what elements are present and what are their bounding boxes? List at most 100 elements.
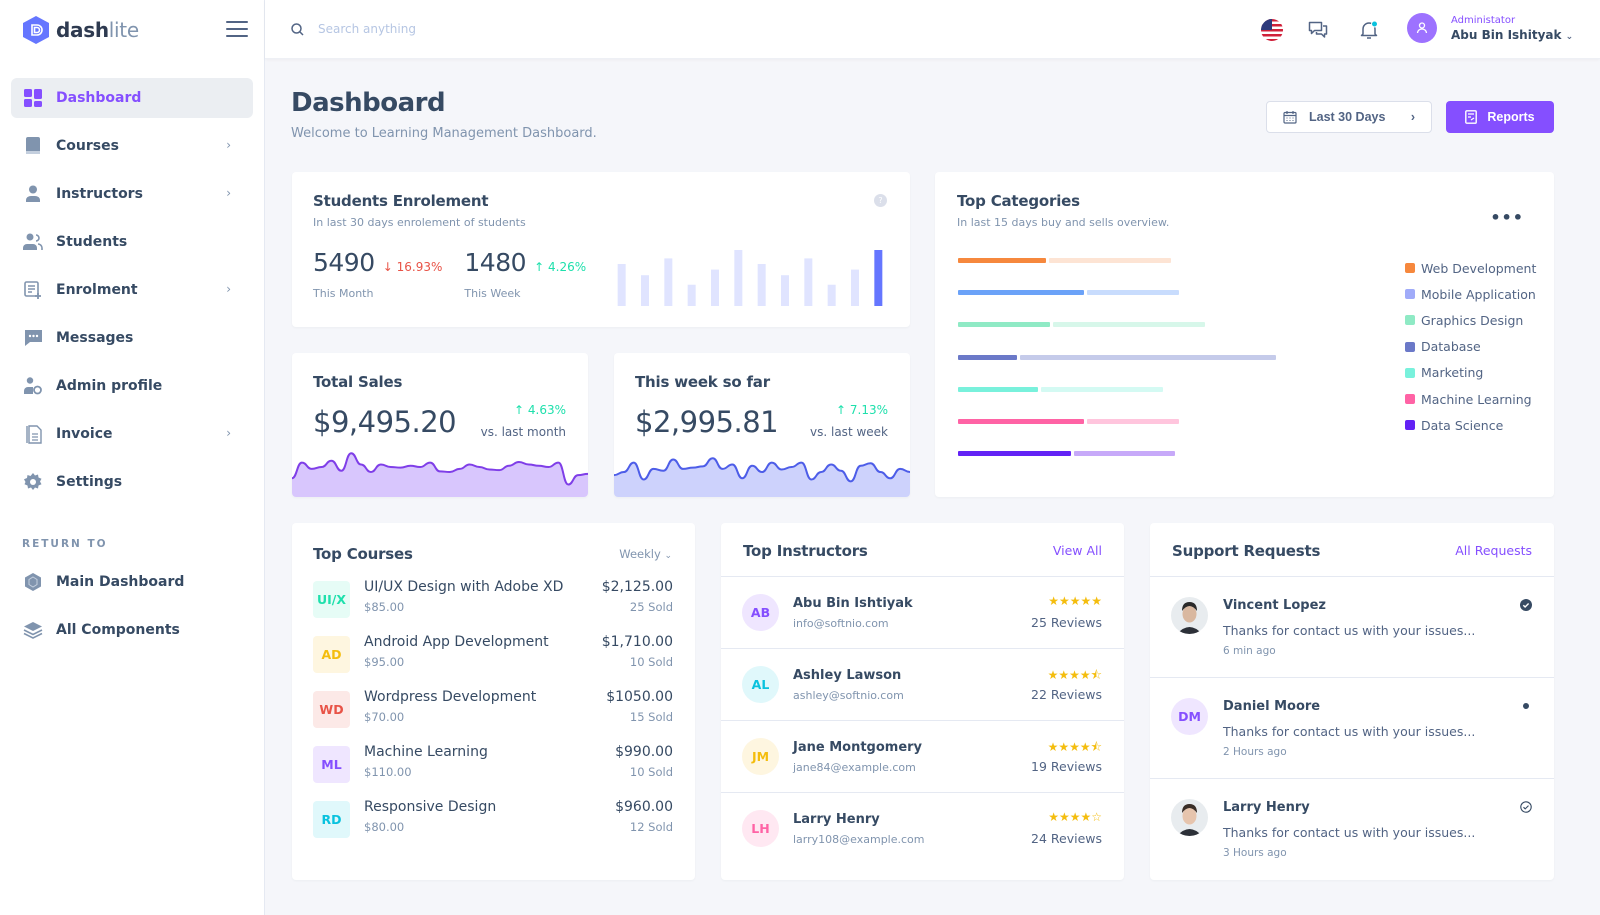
- course-name: Responsive Design: [364, 799, 497, 815]
- sidebar-item-instructors[interactable]: Instructors ›: [11, 174, 253, 214]
- stat-change: ↓ 16.93%: [382, 260, 443, 274]
- sidebar-item-enrolment[interactable]: Enrolment ›: [11, 270, 253, 310]
- sidebar-item-all-components[interactable]: All Components: [11, 610, 253, 650]
- search-icon[interactable]: [291, 22, 304, 36]
- logo-icon: [23, 16, 49, 44]
- instructor-row[interactable]: AL Ashley Lawson ashley@softnio.com ★★★★…: [721, 649, 1124, 721]
- category-legend: Web Development Mobile Application Graphic…: [1405, 258, 1536, 441]
- language-flag-icon[interactable]: [1259, 17, 1285, 43]
- top-categories-card: Top Categories In last 15 days buy and s…: [935, 172, 1554, 497]
- sparkline-area: [292, 453, 588, 497]
- enrolment-bar-chart: [617, 250, 883, 306]
- chevron-right-icon: ›: [226, 426, 231, 440]
- course-badge: AD: [313, 636, 350, 673]
- course-item[interactable]: AD Android App Development $95.00 $1,710…: [313, 634, 673, 674]
- sidebar-item-label: Courses: [56, 138, 119, 154]
- sidebar-item-main-dashboard[interactable]: Main Dashboard: [11, 562, 253, 602]
- card-title: Students Enrolement: [313, 192, 489, 210]
- request-message: Thanks for contact us with your issues..…: [1223, 623, 1476, 638]
- instructor-row[interactable]: AB Abu Bin Ishtiyak info@softnio.com ★★★…: [721, 577, 1124, 649]
- all-requests-link[interactable]: All Requests: [1455, 543, 1532, 558]
- chevron-right-icon: ›: [226, 138, 231, 152]
- sidebar-item-label: Dashboard: [56, 90, 142, 106]
- support-request-row[interactable]: Larry Henry Thanks for contact us with y…: [1150, 779, 1554, 880]
- course-total: $1,710.00: [601, 634, 673, 650]
- book-icon: [23, 136, 43, 156]
- help-icon[interactable]: ?: [874, 194, 887, 207]
- sidebar-item-settings[interactable]: Settings: [11, 462, 253, 502]
- legend-item: Data Science: [1405, 409, 1536, 441]
- week-sales-sparkline: [614, 457, 910, 497]
- category-bar-current: [958, 258, 1047, 263]
- instructor-row[interactable]: JM Jane Montgomery jane84@example.com ★★…: [721, 721, 1124, 793]
- category-bar-row: [958, 386, 1358, 419]
- category-bar-row: [958, 418, 1358, 451]
- course-sold: 10 Sold: [629, 765, 673, 779]
- course-name: Machine Learning: [364, 744, 488, 760]
- menu-toggle-icon[interactable]: [226, 21, 248, 37]
- legend-label: Graphics Design: [1421, 312, 1524, 328]
- course-badge: WD: [313, 691, 350, 728]
- more-options-icon[interactable]: •••: [1490, 208, 1524, 227]
- sidebar-item-invoice[interactable]: Invoice ›: [11, 414, 253, 454]
- chat-messages-icon[interactable]: [1305, 17, 1331, 43]
- brand-logo[interactable]: dashlite: [22, 15, 139, 45]
- sidebar-item-admin-profile[interactable]: Admin profile: [11, 366, 253, 406]
- request-time: 6 min ago: [1223, 645, 1276, 657]
- category-bar-previous: [1087, 290, 1180, 296]
- instructor-name: Jane Montgomery: [793, 740, 923, 755]
- course-item[interactable]: UI/X UI/UX Design with Adobe XD $85.00 $…: [313, 579, 673, 619]
- view-all-link[interactable]: View All: [1053, 543, 1102, 558]
- card-subtitle: In last 15 days buy and sells overview.: [957, 216, 1170, 229]
- dashboard-icon: [23, 88, 43, 108]
- search-input[interactable]: [318, 22, 518, 36]
- page-title: Dashboard: [291, 88, 446, 118]
- sidebar-item-label: Settings: [56, 474, 123, 490]
- course-item[interactable]: RD Responsive Design $80.00 $960.00 12 S…: [313, 799, 673, 839]
- date-range-button[interactable]: Last 30 Days ›: [1266, 101, 1432, 133]
- sidebar-item-label: Admin profile: [56, 378, 163, 394]
- sidebar-item-courses[interactable]: Courses ›: [11, 126, 253, 166]
- sales-change: ↑ 7.13%: [836, 403, 888, 417]
- support-request-row[interactable]: DM Daniel Moore Thanks for contact us wit…: [1150, 678, 1554, 779]
- chevron-down-icon: ⌄: [664, 551, 672, 561]
- sidebar-item-label: Enrolment: [56, 282, 138, 298]
- stat-this-month: 5490 ↓ 16.93% This Month: [313, 248, 442, 300]
- instructor-email: info@softnio.com: [793, 617, 889, 630]
- instructor-row[interactable]: LH Larry Henry larry108@example.com ★★★★…: [721, 793, 1124, 865]
- sidebar-item-students[interactable]: Students: [11, 222, 253, 262]
- sidebar-item-messages[interactable]: Messages: [11, 318, 253, 358]
- user-icon: [1416, 22, 1428, 34]
- support-request-row[interactable]: Vincent Lopez Thanks for contact us with…: [1150, 577, 1554, 678]
- category-bar-previous: [1019, 354, 1276, 360]
- status-resolved-icon: [1520, 599, 1532, 611]
- avatar: DM: [1171, 698, 1208, 735]
- legend-swatch: [1405, 394, 1415, 405]
- sales-change: ↑ 4.63%: [514, 403, 566, 417]
- course-item[interactable]: ML Machine Learning $110.00 $990.00 10 S…: [313, 744, 673, 784]
- list-add-icon: [23, 280, 43, 300]
- star-rating-icon: ★★★★⯪: [1047, 668, 1102, 682]
- user-menu[interactable]: Administator Abu Bin Ishityak ⌄: [1407, 13, 1573, 43]
- course-price: $110.00: [364, 765, 412, 779]
- course-price: $85.00: [364, 600, 405, 614]
- period-filter-dropdown[interactable]: Weekly ⌄: [619, 547, 672, 561]
- category-bar-row: [958, 451, 1358, 483]
- report-icon: [1465, 110, 1478, 124]
- stat-label: This Week: [464, 287, 521, 300]
- course-item[interactable]: WD Wordpress Development $70.00 $1050.00…: [313, 689, 673, 729]
- enrolment-bar: [781, 275, 789, 306]
- total-sales-card: Total Sales $9,495.20 ↑ 4.63% vs. last m…: [292, 353, 588, 497]
- reports-button[interactable]: Reports: [1446, 101, 1554, 133]
- course-sold: 15 Sold: [629, 710, 673, 724]
- enrolment-bar: [641, 275, 649, 306]
- sales-amount: $2,995.81: [635, 405, 779, 439]
- notification-bell-icon[interactable]: [1356, 17, 1382, 43]
- week-sales-card: This week so far $2,995.81 ↑ 7.13% vs. l…: [614, 353, 910, 497]
- sidebar-item-dashboard[interactable]: Dashboard: [11, 78, 253, 118]
- review-count: 24 Reviews: [1031, 831, 1102, 846]
- legend-label: Database: [1421, 339, 1481, 355]
- enrolment-bar: [874, 250, 883, 306]
- stat-value: 5490: [313, 248, 375, 277]
- enrolment-bar: [827, 284, 836, 306]
